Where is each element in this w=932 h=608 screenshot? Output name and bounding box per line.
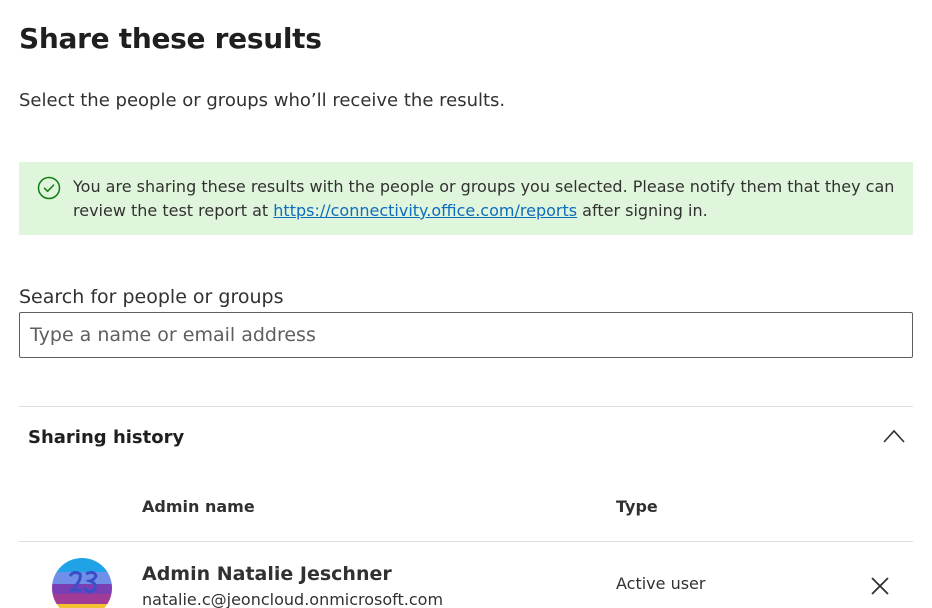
banner-message: You are sharing these results with the p…	[73, 175, 903, 223]
search-label: Search for people or groups	[19, 286, 284, 308]
checkmark-circle-icon	[37, 176, 61, 200]
column-header-type: Type	[616, 497, 658, 516]
admin-name: Admin Natalie Jeschner	[142, 563, 392, 585]
share-results-panel: Share these results Select the people or…	[0, 0, 932, 608]
user-avatar	[52, 558, 112, 608]
table-header-divider	[19, 541, 913, 542]
column-header-admin-name: Admin name	[142, 497, 255, 516]
search-input[interactable]	[19, 312, 913, 358]
section-divider	[19, 406, 913, 407]
success-banner: You are sharing these results with the p…	[19, 162, 913, 235]
dismiss-icon	[871, 577, 889, 595]
admin-type: Active user	[616, 574, 706, 593]
page-title: Share these results	[19, 22, 322, 55]
reports-link[interactable]: https://connectivity.office.com/reports	[273, 201, 577, 220]
close-icon[interactable]	[890, 0, 914, 6]
admin-email: natalie.c@jeoncloud.onmicrosoft.com	[142, 590, 444, 608]
remove-user-button[interactable]	[866, 572, 894, 600]
banner-text-after: after signing in.	[577, 201, 708, 220]
chevron-up-icon[interactable]	[882, 428, 906, 444]
page-subtitle: Select the people or groups who’ll recei…	[19, 90, 506, 111]
sharing-history-header: Sharing history	[28, 427, 185, 448]
avatar-image	[52, 558, 112, 608]
